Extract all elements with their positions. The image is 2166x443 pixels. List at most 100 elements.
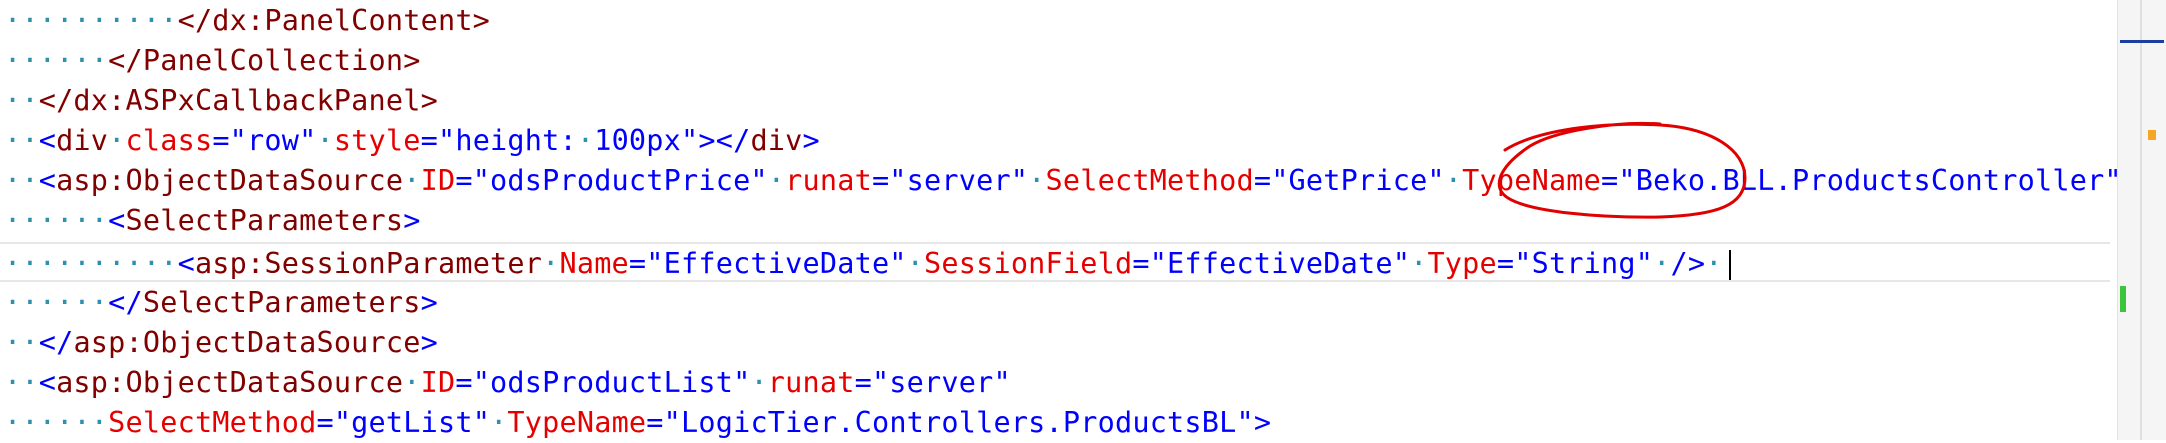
token-attr: style <box>333 124 421 157</box>
token-tag: div <box>56 124 109 157</box>
code-line-2[interactable]: ······</PanelCollection> <box>4 41 421 81</box>
token-eq: = <box>1132 247 1150 280</box>
token-tag: asp:ObjectDataSource <box>56 366 404 399</box>
token-tag: asp:ObjectDataSource <box>73 326 421 359</box>
token-punc: /> <box>1670 247 1706 280</box>
token-attr: ID <box>420 164 456 197</box>
token-attr: runat <box>785 164 872 197</box>
code-line-1[interactable]: ··········</dx:PanelContent> <box>4 1 490 41</box>
token-attr: class <box>125 124 213 157</box>
token-ws: · <box>1410 247 1428 280</box>
token-attr: SessionField <box>924 247 1133 280</box>
token-punc: > <box>420 286 438 319</box>
token-ws: ·········· <box>4 4 178 37</box>
token-tag: </dx:ASPxCallbackPanel> <box>38 84 438 117</box>
token-ws: · <box>316 124 334 157</box>
token-punc: > <box>420 326 438 359</box>
token-eq: = <box>646 406 664 439</box>
token-punc: </ <box>38 326 74 359</box>
token-str: "server" <box>871 366 1011 399</box>
token-attr: TypeName <box>507 406 647 439</box>
token-eq: = <box>455 164 473 197</box>
token-ws: · <box>1444 164 1463 197</box>
token-ws: ······ <box>4 406 109 439</box>
token-eq: = <box>1253 164 1272 197</box>
token-ws: · <box>542 247 560 280</box>
token-punc: </ <box>108 286 143 319</box>
token-punc: < <box>38 124 57 157</box>
scrollbar-track <box>2140 0 2142 440</box>
token-str: "LogicTier.Controllers.ProductsBL" <box>663 406 1254 439</box>
token-attr: Name <box>559 247 629 280</box>
token-ws: · <box>576 124 595 157</box>
token-ws: ······ <box>4 44 109 77</box>
token-punc: < <box>38 366 57 399</box>
token-str: "GetPrice" <box>1271 164 1445 197</box>
token-ws: ·· <box>4 164 39 197</box>
token-tag: SelectParameters <box>125 204 404 237</box>
token-attr: runat <box>767 366 855 399</box>
token-punc: > <box>403 204 421 237</box>
code-line-10[interactable]: ··<asp:ObjectDataSource·ID="odsProductLi… <box>4 363 1011 403</box>
token-eq: = <box>316 406 334 439</box>
token-attr: TypeName <box>1462 164 1602 197</box>
token-str: "odsProductPrice" <box>472 164 768 197</box>
code-line-3[interactable]: ··</dx:ASPxCallbackPanel> <box>4 81 438 121</box>
token-punc: ></ <box>698 124 751 157</box>
code-editor[interactable]: ··········</dx:PanelContent> ······</Pan… <box>0 0 2139 443</box>
token-str: "height: <box>437 124 577 157</box>
code-line-8[interactable]: ······</SelectParameters> <box>4 283 438 323</box>
token-str: "row" <box>229 124 317 157</box>
token-str: "String" <box>1514 247 1654 280</box>
vertical-scrollbar[interactable] <box>2117 0 2166 440</box>
token-eq: = <box>455 366 473 399</box>
token-str: "getList" <box>333 406 491 439</box>
token-attr: Type <box>1427 247 1497 280</box>
scroll-position-marker <box>2120 40 2164 43</box>
code-line-9[interactable]: ··</asp:ObjectDataSource> <box>4 323 438 363</box>
token-ws: ······ <box>4 204 109 237</box>
token-punc: > <box>1253 406 1272 439</box>
token-tag: asp:ObjectDataSource <box>56 164 404 197</box>
token-tag: asp:SessionParameter <box>194 247 543 280</box>
token-ws: ·· <box>4 326 39 359</box>
token-ws: · <box>1028 164 1046 197</box>
token-ws: · <box>1653 247 1671 280</box>
token-tag: div <box>750 124 803 157</box>
token-tag: </PanelCollection> <box>108 44 421 77</box>
token-eq: = <box>628 247 647 280</box>
token-str: 100px" <box>594 124 699 157</box>
token-ws: · <box>1705 247 1723 280</box>
token-eq: = <box>854 366 872 399</box>
token-ws: · <box>906 247 925 280</box>
text-caret <box>1728 250 1731 280</box>
token-attr: ID <box>420 366 456 399</box>
code-line-4[interactable]: ··<div·class="row"·style="height:·100px"… <box>4 121 820 161</box>
code-line-7-current[interactable]: ··········<asp:SessionParameter·Name="Ef… <box>0 242 2110 282</box>
code-line-5[interactable]: ··<asp:ObjectDataSource·ID="odsProductPr… <box>4 161 2139 201</box>
token-ws: ······ <box>4 286 109 319</box>
token-ws: ·· <box>4 366 39 399</box>
token-str: "server" <box>889 164 1029 197</box>
token-ws: · <box>108 124 126 157</box>
token-ws: · <box>767 164 786 197</box>
token-str: "Beko.BLL.ProductsController" <box>1618 164 2122 197</box>
token-punc: < <box>177 247 195 280</box>
token-tag: </dx:PanelContent> <box>177 4 491 37</box>
token-ws: · <box>750 366 768 399</box>
token-eq: = <box>212 124 230 157</box>
token-punc: < <box>108 204 126 237</box>
token-str: "odsProductList" <box>472 366 751 399</box>
token-ws: · <box>490 406 508 439</box>
code-line-11[interactable]: ······SelectMethod="getList"·TypeName="L… <box>4 403 1271 443</box>
token-ws: ·· <box>4 124 39 157</box>
token-attr: SelectMethod <box>1045 164 1254 197</box>
change-marker-orange <box>2148 130 2156 140</box>
token-eq: = <box>1496 247 1515 280</box>
token-ws: ·········· <box>4 247 178 280</box>
change-marker-green <box>2120 286 2126 312</box>
token-punc: < <box>38 164 57 197</box>
token-eq: = <box>1601 164 1619 197</box>
code-line-6[interactable]: ······<SelectParameters> <box>4 201 421 241</box>
token-punc: > <box>802 124 820 157</box>
